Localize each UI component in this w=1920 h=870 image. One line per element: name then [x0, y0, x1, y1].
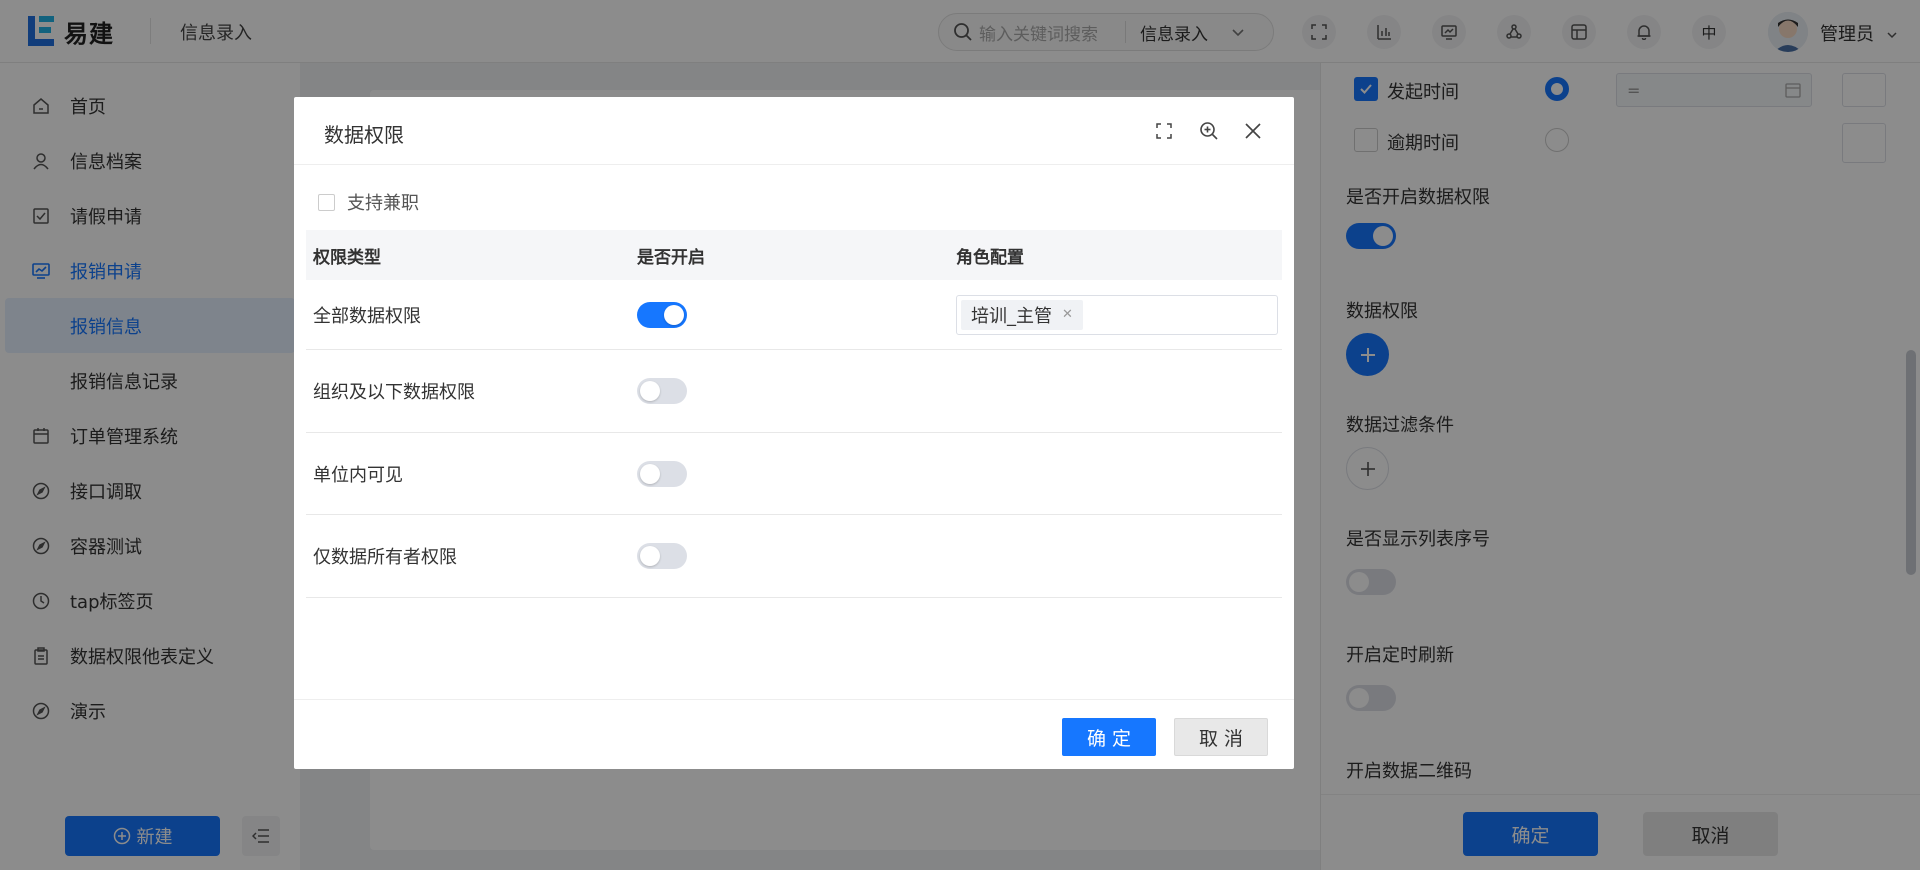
permission-type: 组织及以下数据权限 — [313, 382, 475, 403]
confirm-button[interactable]: 确 定 — [1062, 718, 1156, 756]
table-row: 单位内可见 — [306, 433, 1282, 515]
column-header-roles: 角色配置 — [956, 247, 1024, 268]
data-permission-modal: 数据权限 支持兼职 权限类型 是否开启 角色配置 全部数据权限 培训_主管 ✕ … — [294, 97, 1294, 769]
permission-type: 仅数据所有者权限 — [313, 547, 457, 568]
modal-footer: 确 定 取 消 — [294, 699, 1294, 769]
column-header-type: 权限类型 — [313, 247, 381, 268]
role-tag: 培训_主管 ✕ — [961, 299, 1083, 330]
table-row: 仅数据所有者权限 — [306, 515, 1282, 598]
fullscreen-icon[interactable] — [1152, 119, 1176, 143]
column-header-enabled: 是否开启 — [637, 247, 705, 268]
table-header: 权限类型 是否开启 角色配置 — [306, 230, 1282, 280]
enable-toggle[interactable] — [637, 543, 687, 569]
checkbox-box[interactable] — [318, 193, 335, 211]
enable-toggle[interactable] — [637, 460, 687, 487]
enable-toggle[interactable] — [637, 301, 687, 328]
role-tag-label: 培训_主管 — [971, 305, 1052, 327]
modal-title: 数据权限 — [324, 123, 404, 147]
enable-toggle[interactable] — [637, 378, 687, 404]
permission-table: 权限类型 是否开启 角色配置 全部数据权限 培训_主管 ✕ 组织及以下数据权限 — [306, 230, 1282, 598]
role-select[interactable]: 培训_主管 ✕ — [956, 294, 1278, 335]
permission-type: 单位内可见 — [313, 464, 403, 486]
support-part-time-checkbox[interactable]: 支持兼职 — [318, 189, 419, 215]
cancel-button[interactable]: 取 消 — [1174, 718, 1268, 756]
modal-header: 数据权限 — [294, 97, 1294, 165]
permission-type: 全部数据权限 — [313, 305, 421, 327]
zoom-in-icon[interactable] — [1197, 119, 1221, 143]
table-row: 全部数据权限 培训_主管 ✕ — [306, 280, 1282, 350]
support-part-time-label: 支持兼职 — [347, 193, 419, 214]
close-icon[interactable] — [1241, 119, 1265, 143]
table-row: 组织及以下数据权限 — [306, 350, 1282, 433]
remove-tag-icon[interactable]: ✕ — [1062, 307, 1073, 322]
